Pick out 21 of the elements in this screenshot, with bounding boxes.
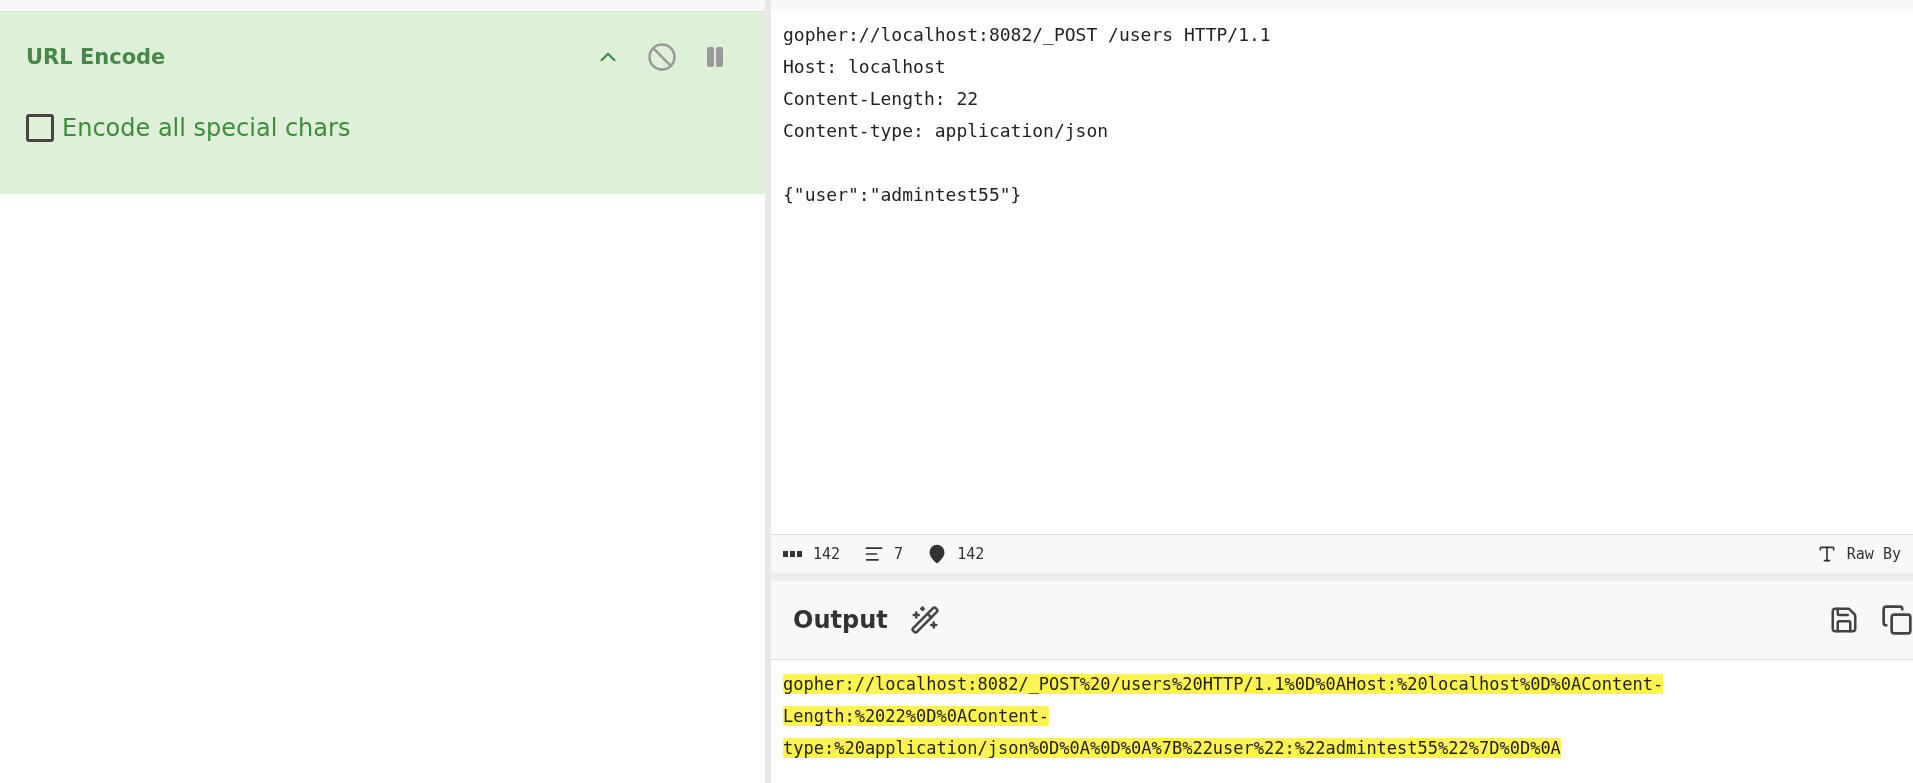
lines-icon (864, 544, 885, 564)
save-icon[interactable] (1829, 605, 1859, 635)
output-text: Length:%2022%0D%0AContent- (783, 706, 1050, 726)
copy-icon[interactable] (1881, 604, 1913, 636)
code-line: Content-Length: 22 (783, 87, 980, 111)
output-text: gopher://localhost:8082/_POST%20/users%20HTTP/1.1%0D%0AHost:%20localhost%0D%0AContent- (783, 674, 1664, 694)
position-count: 142 (957, 545, 985, 563)
output-text: type:%20application/json%0D%0A%0D%0A%7B%22user%22:%22admintest55%22%7D%0D%0A (783, 738, 1561, 758)
line-count: 7 (894, 545, 904, 563)
output-title: Output (793, 606, 888, 634)
code-line: Host: localhost (783, 55, 947, 79)
option-label: Encode all special chars (62, 114, 351, 142)
format-label[interactable]: Raw By (1846, 545, 1901, 563)
code-line: gopher://localhost:8082/_POST /users HTTP/1.1 (783, 23, 1272, 47)
operation-title: URL Encode (26, 45, 166, 69)
checkbox[interactable] (26, 114, 54, 142)
code-line: {"user":"admintest55"} (783, 183, 1023, 207)
magic-wand-icon[interactable] (909, 605, 940, 635)
length-count: 142 (813, 545, 841, 563)
code-line: Content-type: application/json (783, 119, 1110, 143)
abc-icon (783, 550, 803, 558)
